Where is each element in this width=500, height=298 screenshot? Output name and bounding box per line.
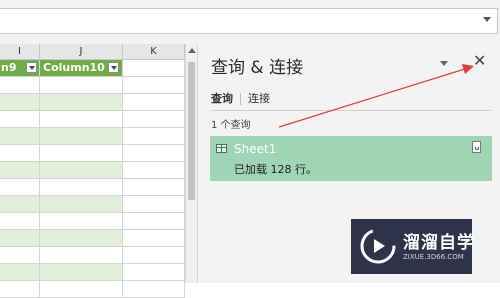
toolbar-area <box>0 0 500 44</box>
query-item-sheet1[interactable]: Sheet1 已加载 128 行。 <box>210 136 492 181</box>
grid-cell[interactable] <box>0 213 40 230</box>
filter-dropdown-icon[interactable] <box>108 62 119 73</box>
close-icon[interactable]: ✕ <box>473 53 486 69</box>
column-header-i[interactable]: I <box>0 44 40 60</box>
grid-cell[interactable] <box>40 213 123 230</box>
grid-cell[interactable] <box>123 111 185 128</box>
table-row <box>0 179 185 196</box>
spreadsheet-grid: I J K n9 Column10 <box>0 44 185 298</box>
grid-cell[interactable] <box>0 179 40 196</box>
refresh-icon[interactable] <box>472 141 481 153</box>
table-header-cell[interactable]: n9 <box>0 60 40 77</box>
grid-cell[interactable] <box>40 230 123 247</box>
scroll-up-icon[interactable] <box>188 48 196 53</box>
table-header-cell[interactable]: Column10 <box>40 60 123 77</box>
pane-options-icon[interactable] <box>440 61 448 66</box>
grid-cell[interactable] <box>0 196 40 213</box>
grid-cell[interactable] <box>123 264 185 281</box>
formula-dropdown-icon[interactable] <box>483 17 491 22</box>
query-count: 1 个查询 <box>211 120 251 131</box>
grid-cell[interactable] <box>123 128 185 145</box>
grid-cell[interactable] <box>123 213 185 230</box>
grid-cell[interactable] <box>123 179 185 196</box>
grid-cell[interactable] <box>40 247 123 264</box>
scrollbar-thumb[interactable] <box>188 62 195 200</box>
grid-cell[interactable] <box>123 94 185 111</box>
table-row <box>0 213 185 230</box>
grid-cell[interactable] <box>123 162 185 179</box>
table-row <box>0 111 185 128</box>
table-icon <box>216 144 227 153</box>
grid-cell[interactable] <box>40 128 123 145</box>
grid-cell[interactable] <box>0 111 40 128</box>
watermark-logo: 溜溜自学 ZIXUE.3D66.COM <box>351 219 475 274</box>
table-row <box>0 247 185 264</box>
refresh-arrow-icon <box>475 146 479 150</box>
table-row <box>0 145 185 162</box>
grid-cell[interactable] <box>123 196 185 213</box>
formula-bar[interactable] <box>0 8 498 34</box>
table-header-label: Column10 <box>43 61 105 74</box>
grid-cell[interactable] <box>40 94 123 111</box>
table-row <box>0 77 185 94</box>
table-header-row: n9 Column10 <box>0 60 185 77</box>
grid-cell[interactable] <box>40 196 123 213</box>
table-row <box>0 128 185 145</box>
table-row <box>0 230 185 247</box>
grid-cell[interactable] <box>40 111 123 128</box>
tab-underline <box>211 110 491 111</box>
table-row <box>0 196 185 213</box>
table-row <box>0 281 185 298</box>
pane-title: 查询 & 连接 <box>211 58 304 78</box>
grid-cell[interactable] <box>40 281 123 298</box>
column-header-j[interactable]: J <box>40 44 123 60</box>
grid-cell[interactable] <box>0 281 40 298</box>
grid-cell[interactable] <box>0 94 40 111</box>
table-row <box>0 162 185 179</box>
pane-tabs: 查询 连接 <box>211 90 270 106</box>
table-header-label: n9 <box>1 61 17 74</box>
grid-cell[interactable] <box>0 145 40 162</box>
grid-cell[interactable] <box>40 179 123 196</box>
grid-cell[interactable] <box>0 264 40 281</box>
grid-cell[interactable] <box>40 145 123 162</box>
query-status: 已加载 128 行。 <box>234 163 317 176</box>
grid-cell[interactable] <box>123 145 185 162</box>
grid-cell[interactable] <box>0 230 40 247</box>
table-row <box>0 94 185 111</box>
grid-cell[interactable] <box>123 60 185 77</box>
grid-cell[interactable] <box>40 77 123 94</box>
grid-cell[interactable] <box>123 77 185 94</box>
grid-cell[interactable] <box>123 230 185 247</box>
tab-connections[interactable]: 连接 <box>248 92 270 105</box>
query-name: Sheet1 <box>234 142 277 156</box>
grid-cell[interactable] <box>123 281 185 298</box>
filter-dropdown-icon[interactable] <box>26 62 37 73</box>
grid-cell[interactable] <box>0 128 40 145</box>
column-header-k[interactable]: K <box>123 44 185 60</box>
table-row <box>0 264 185 281</box>
grid-cell[interactable] <box>0 247 40 264</box>
watermark-brand: 溜溜自学 <box>403 233 475 253</box>
watermark-url: ZIXUE.3D66.COM <box>403 253 464 261</box>
vertical-scrollbar[interactable] <box>185 44 197 283</box>
grid-cell[interactable] <box>0 162 40 179</box>
grid-cell[interactable] <box>0 77 40 94</box>
grid-cell[interactable] <box>40 162 123 179</box>
tab-divider <box>240 93 241 105</box>
grid-cell[interactable] <box>40 264 123 281</box>
tab-queries[interactable]: 查询 <box>211 92 233 105</box>
play-logo-icon <box>360 228 396 264</box>
grid-cell[interactable] <box>123 247 185 264</box>
